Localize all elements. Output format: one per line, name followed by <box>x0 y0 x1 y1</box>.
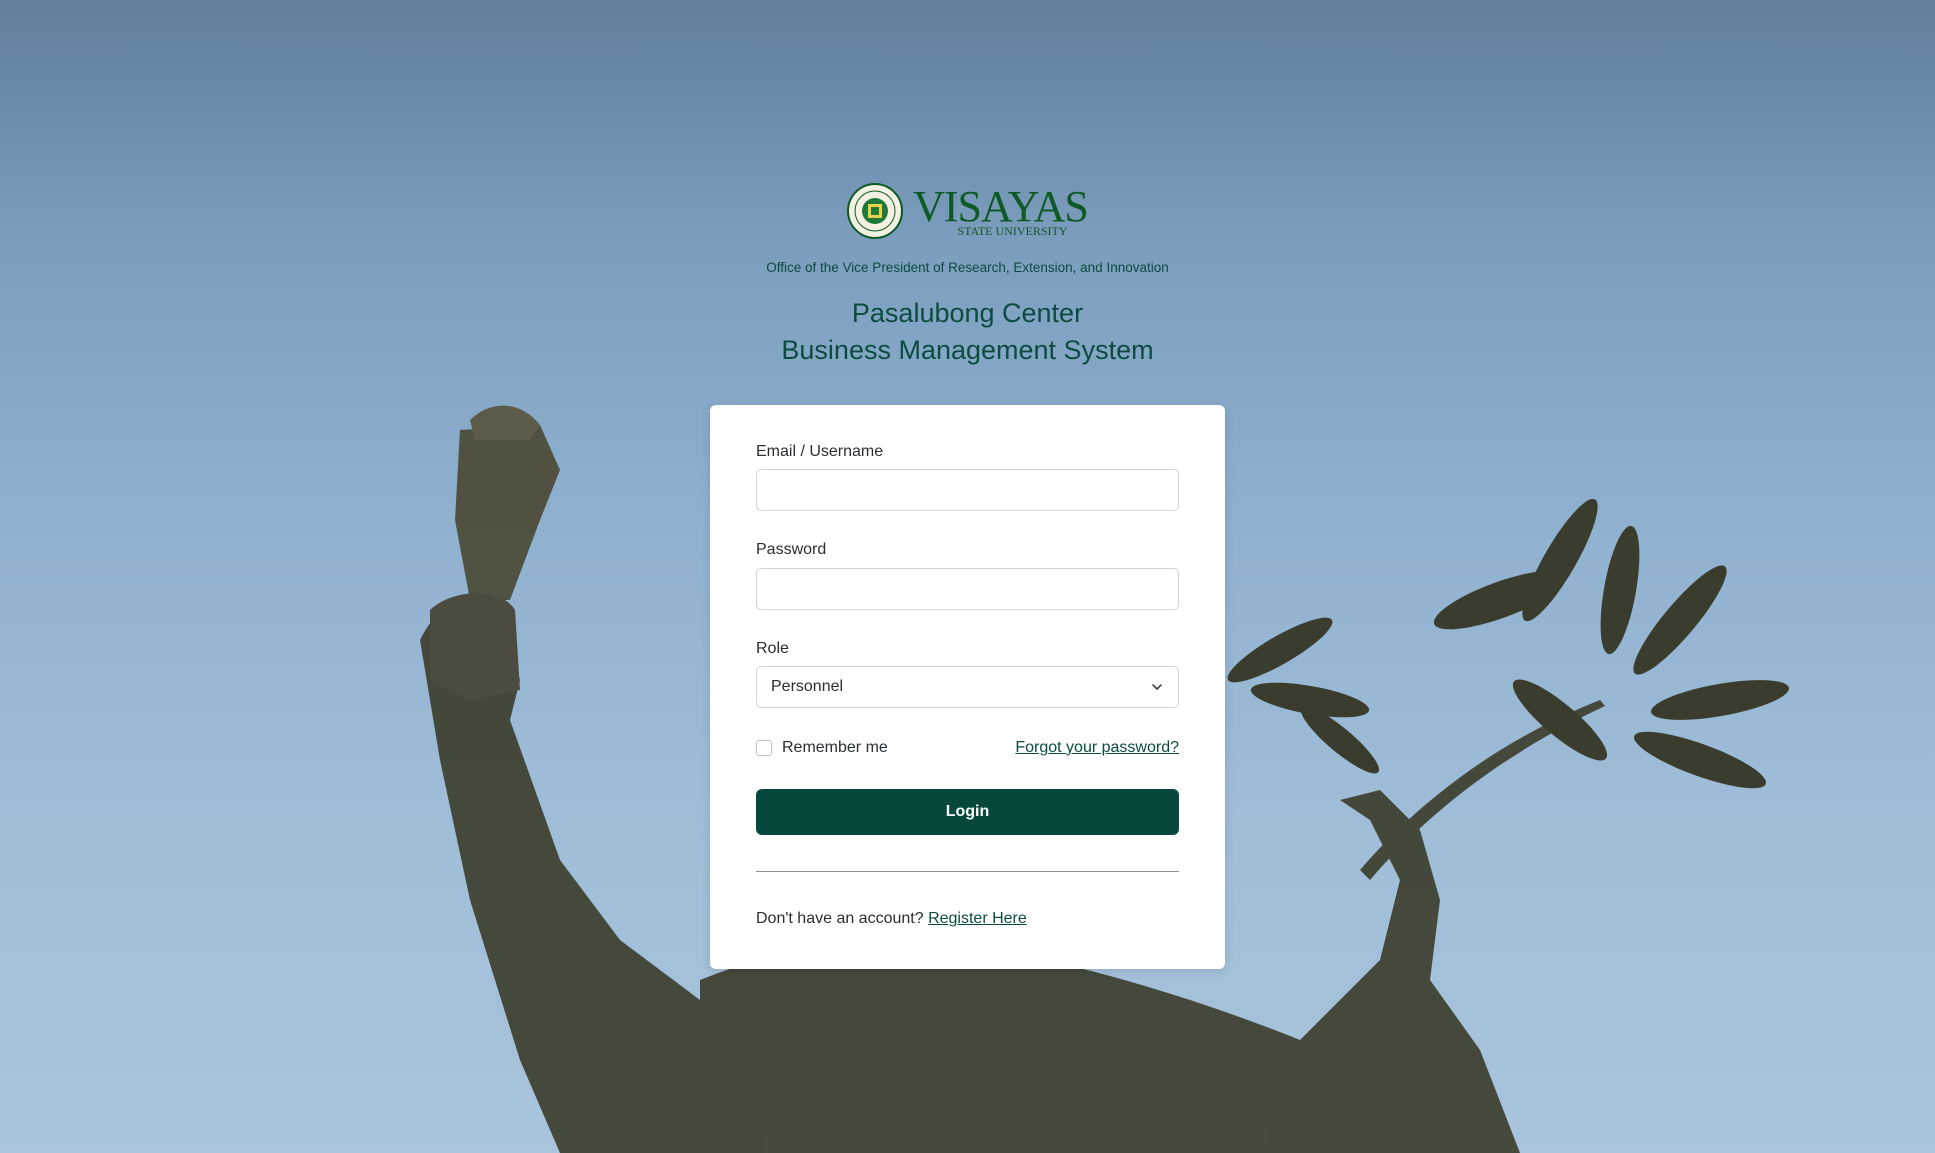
register-row: Don't have an account? Register Here <box>756 910 1027 928</box>
password-label: Password <box>756 541 827 558</box>
system-title: Pasalubong Center Business Management Sy… <box>0 295 1935 369</box>
branding-header: VISAYAS STATE UNIVERSITY Office of the V… <box>0 180 1935 369</box>
role-label: Role <box>756 640 789 657</box>
remember-me-label[interactable]: Remember me <box>782 739 888 757</box>
logo-main-text: VISAYAS <box>913 182 1089 231</box>
system-title-line2: Business Management System <box>781 335 1154 365</box>
login-button[interactable]: Login <box>756 789 1179 835</box>
logo-sub-text: STATE UNIVERSITY <box>957 224 1068 238</box>
email-username-input[interactable] <box>756 469 1179 511</box>
forgot-password-link[interactable]: Forgot your password? <box>1015 739 1179 757</box>
register-link[interactable]: Register Here <box>928 910 1027 927</box>
office-subtitle: Office of the Vice President of Research… <box>766 260 1169 275</box>
chevron-down-icon <box>1152 684 1162 690</box>
no-account-text: Don't have an account? <box>756 910 924 927</box>
system-title-line1: Pasalubong Center <box>851 298 1084 328</box>
login-card: Email / Username Password Role Personnel… <box>710 405 1225 969</box>
role-select[interactable]: Personnel <box>756 666 1179 708</box>
university-wordmark: VISAYAS STATE UNIVERSITY <box>913 182 1089 238</box>
divider <box>756 871 1179 872</box>
university-logo: VISAYAS STATE UNIVERSITY <box>0 180 1935 242</box>
email-label: Email / Username <box>756 443 884 460</box>
university-seal-icon <box>847 183 904 239</box>
remember-me-row: Remember me <box>756 739 888 757</box>
remember-me-checkbox[interactable] <box>756 740 772 756</box>
password-input[interactable] <box>756 568 1179 610</box>
role-selected-value: Personnel <box>771 678 844 695</box>
